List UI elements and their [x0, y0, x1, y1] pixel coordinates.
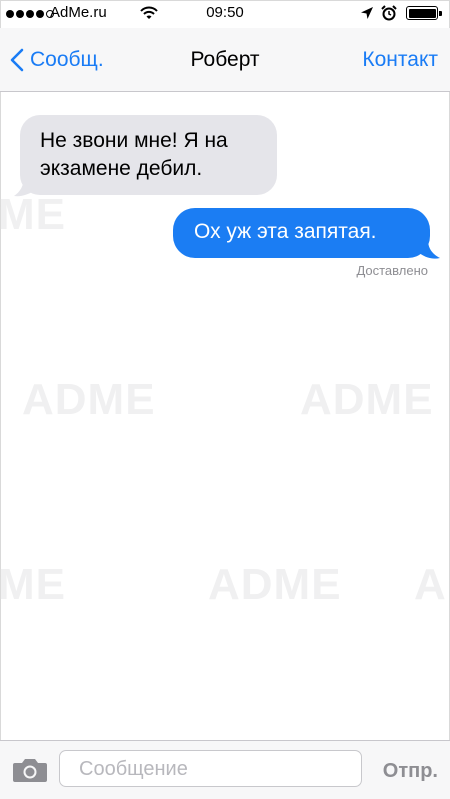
watermark: ADME	[208, 560, 342, 609]
battery-icon	[406, 6, 442, 20]
send-button[interactable]: Отпр.	[383, 760, 438, 783]
message-input[interactable]: Сообщение	[59, 750, 362, 787]
alarm-icon	[381, 5, 397, 25]
composer-bar: Сообщение Отпр.	[0, 740, 450, 799]
contact-button[interactable]: Контакт	[362, 48, 438, 72]
status-bar: AdMe.ru 09:50	[0, 0, 450, 28]
watermark: ADME	[300, 375, 434, 424]
watermark: ME	[0, 560, 66, 609]
watermark: A	[414, 560, 447, 609]
watermark: ADME	[22, 375, 156, 424]
message-placeholder: Сообщение	[79, 758, 188, 780]
incoming-message[interactable]: Не звони мне! Я на экзамене дебил.	[20, 115, 277, 195]
navigation-bar: Сообщ. Роберт Контакт	[0, 28, 450, 92]
delivery-status: Доставлено	[356, 263, 428, 278]
camera-icon[interactable]	[12, 757, 48, 783]
outgoing-message[interactable]: Ох уж эта запятая.	[173, 208, 430, 258]
location-icon	[360, 6, 374, 24]
